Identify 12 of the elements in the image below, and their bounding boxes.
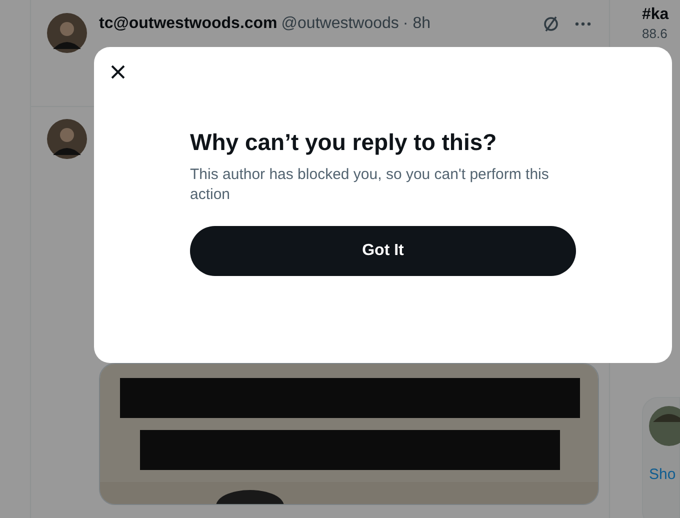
dialog-title: Why can’t you reply to this? (190, 128, 498, 157)
trend-title[interactable]: #ka (642, 6, 680, 24)
avatar[interactable] (47, 13, 87, 53)
avatar[interactable] (47, 119, 87, 159)
trend-count: 88.6 (642, 26, 668, 41)
avatar[interactable] (649, 406, 680, 446)
got-it-button[interactable]: Got It (190, 226, 576, 276)
author-handle: @outwestwoods (281, 15, 399, 33)
dialog-message: This author has blocked you, so you can't perform this action (190, 165, 550, 205)
author-name[interactable]: tc@outwestwoods.com (99, 15, 278, 33)
slashed-circle-icon[interactable] (541, 14, 561, 34)
timestamp[interactable]: · 8h (402, 15, 430, 33)
